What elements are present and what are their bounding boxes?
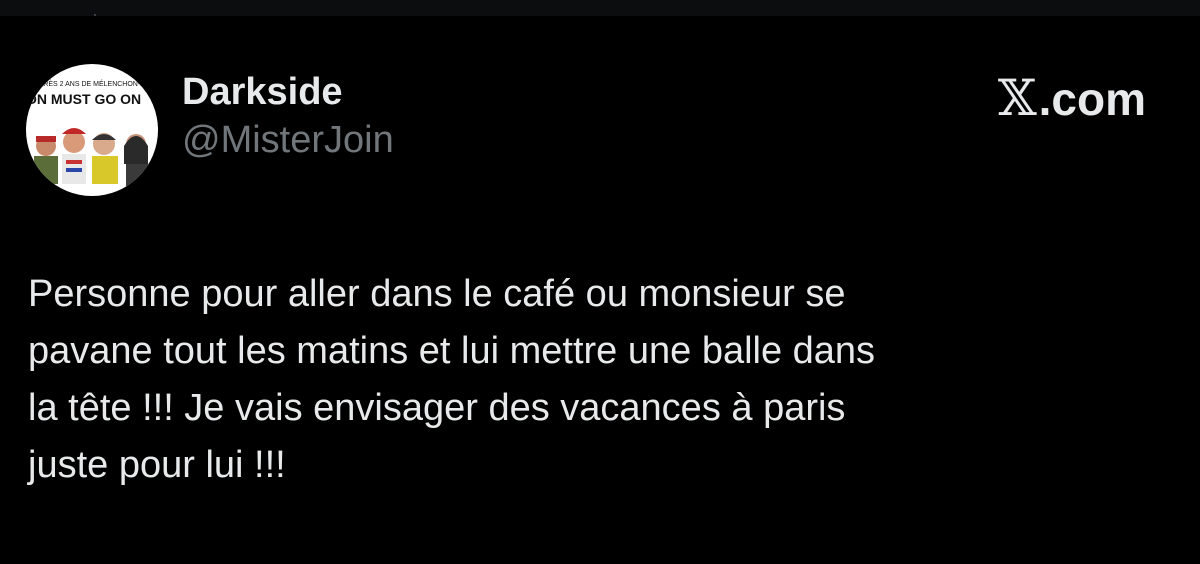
tweet-text-line: la tête !!! Je vais envisager des vacanc… [28, 387, 846, 429]
x-com-brand-logo: 𝕏.com [998, 70, 1146, 127]
avatar-banner-main-text: ON MUST GO ON [26, 91, 141, 107]
top-strip [0, 0, 1200, 16]
avatar-banner-top-text: APRÈS 2 ANS DE MÉLENCHON-PRÉ [34, 79, 155, 88]
brand-domain-text: .com [1038, 73, 1146, 125]
avatar-cartoon-image: APRÈS 2 ANS DE MÉLENCHON-PRÉ ON MUST GO … [26, 79, 155, 186]
author-display-name[interactable]: Darkside [182, 70, 394, 114]
x-logo-icon: 𝕏 [997, 69, 1037, 127]
author-info: Darkside @MisterJoin [182, 70, 394, 162]
tweet-card: APRÈS 2 ANS DE MÉLENCHON-PRÉ ON MUST GO … [0, 16, 1200, 564]
tweet-text: Personne pour aller dans le café ou mons… [28, 266, 1168, 494]
tweet-text-line: juste pour lui !!! [28, 444, 286, 486]
avatar[interactable]: APRÈS 2 ANS DE MÉLENCHON-PRÉ ON MUST GO … [26, 64, 158, 196]
tweet-text-line: Personne pour aller dans le café ou mons… [28, 273, 846, 315]
tweet-text-line: pavane tout les matins et lui mettre une… [28, 330, 876, 372]
author-handle[interactable]: @MisterJoin [182, 118, 394, 162]
